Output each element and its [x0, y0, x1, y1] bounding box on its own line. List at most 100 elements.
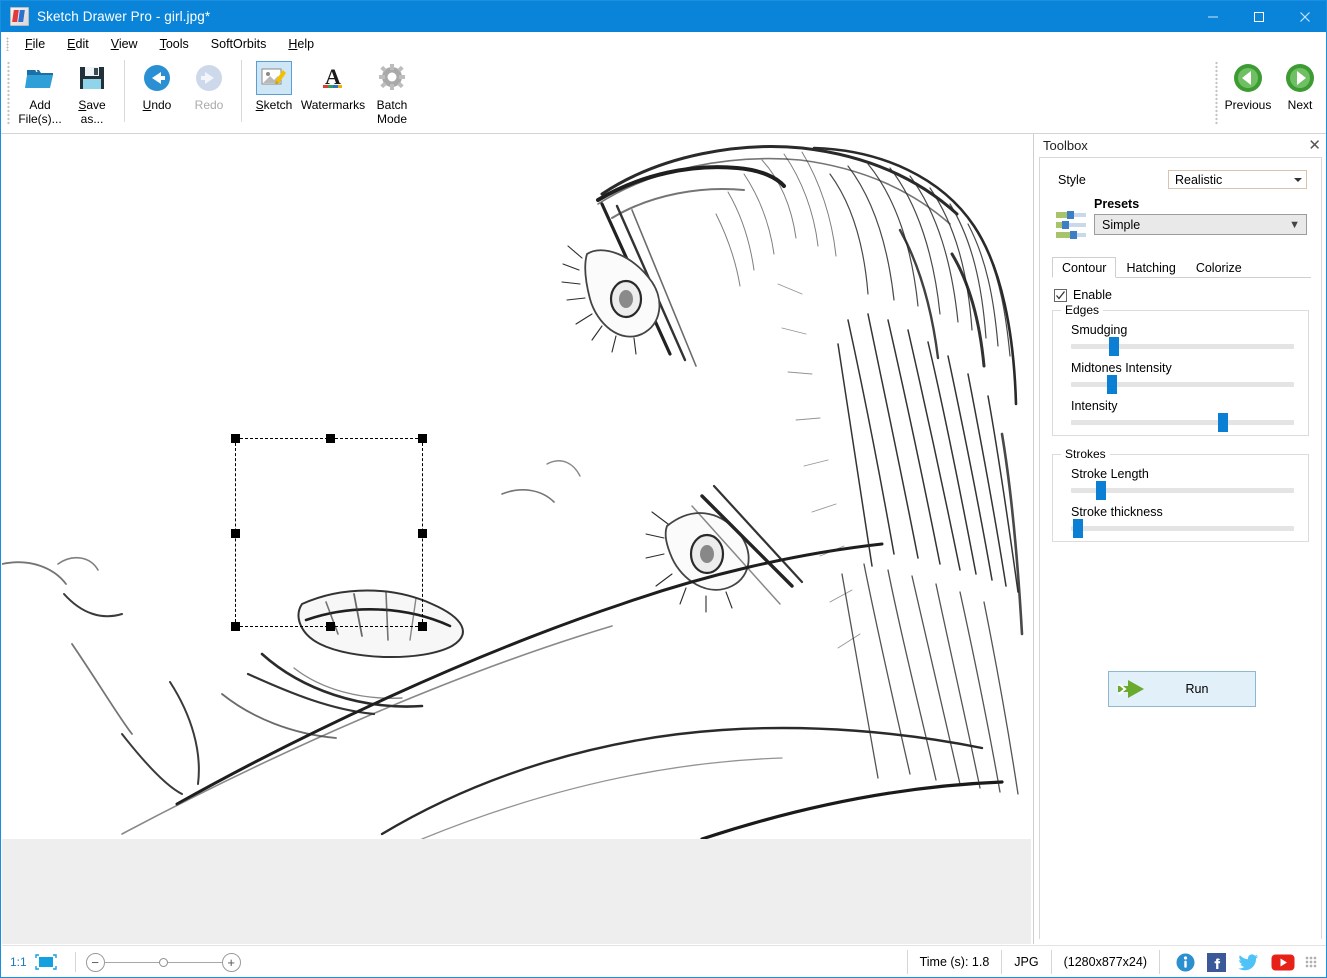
enable-label: Enable [1073, 288, 1112, 302]
style-dropdown[interactable]: Realistic [1168, 170, 1307, 189]
sketch-button[interactable]: Sketch [248, 56, 300, 128]
intensity-thumb[interactable] [1218, 413, 1228, 432]
smudging-thumb[interactable] [1109, 337, 1119, 356]
toolbox-header: Toolbox ✕ [1034, 134, 1327, 157]
toolbar-separator [124, 60, 125, 122]
selection-rectangle[interactable] [235, 438, 423, 627]
info-icon[interactable] [1176, 953, 1195, 972]
title-bar: Sketch Drawer Pro - girl.jpg* [1, 1, 1327, 32]
batch-mode-label: Batch Mode [377, 98, 408, 126]
run-label: Run [1153, 682, 1255, 696]
strokes-group-title: Strokes [1061, 447, 1110, 461]
toolbox-title: Toolbox [1043, 138, 1088, 153]
selection-handle-ne[interactable] [418, 434, 427, 443]
redo-icon [194, 61, 224, 95]
resize-grip[interactable] [1305, 956, 1317, 968]
next-button[interactable]: Next [1274, 56, 1326, 128]
batch-mode-icon [377, 61, 407, 95]
sketch-drawer-icon [10, 7, 29, 26]
menu-bar: File Edit View Tools SoftOrbits Help [1, 32, 1326, 56]
previous-button[interactable]: Previous [1222, 56, 1274, 128]
enable-checkbox[interactable] [1054, 289, 1067, 302]
chevron-down-icon-presets: ▼ [1289, 219, 1300, 231]
run-button[interactable]: Run [1108, 671, 1256, 707]
smudging-slider[interactable] [1071, 344, 1294, 349]
batch-mode-button[interactable]: Batch Mode [366, 56, 418, 128]
selection-handle-se[interactable] [418, 622, 427, 631]
maximize-button[interactable] [1236, 1, 1282, 32]
save-as-button[interactable]: Saveas... [66, 56, 118, 128]
toolbox-body: Style Realistic [1039, 157, 1322, 939]
midtones-thumb[interactable] [1107, 375, 1117, 394]
selection-handle-sw[interactable] [231, 622, 240, 631]
redo-label: Redo [195, 98, 224, 112]
stroke-length-slider-wrap: Stroke Length [1053, 467, 1308, 493]
nav-grip-handle[interactable] [1215, 61, 1218, 125]
style-row: Style Realistic [1040, 170, 1321, 189]
format-status: JPG [1001, 950, 1050, 974]
toolbar-nav-group: Previous Next [1209, 56, 1326, 128]
image-workspace[interactable] [2, 134, 1031, 944]
facebook-icon[interactable] [1207, 953, 1226, 972]
enable-row[interactable]: Enable [1054, 288, 1321, 302]
menu-tools[interactable]: Tools [149, 34, 200, 54]
intensity-slider-wrap: Intensity [1053, 399, 1308, 425]
zoom-out-button[interactable]: − [86, 953, 105, 972]
toolbar-grip-handle[interactable] [7, 61, 10, 125]
twitter-icon[interactable] [1238, 953, 1259, 972]
selection-handle-e[interactable] [418, 529, 427, 538]
smudging-label: Smudging [1071, 323, 1298, 337]
tab-contour[interactable]: Contour [1052, 257, 1116, 278]
zoom-slider-thumb[interactable] [159, 958, 168, 967]
presets-value: Simple [1102, 218, 1140, 232]
undo-button[interactable]: Undo [131, 56, 183, 128]
redo-button[interactable]: Redo [183, 56, 235, 128]
stroke-length-thumb[interactable] [1096, 481, 1106, 500]
presets-dropdown[interactable]: Simple ▼ [1094, 214, 1307, 235]
selection-handle-w[interactable] [231, 529, 240, 538]
stroke-length-slider[interactable] [1071, 488, 1294, 493]
previous-label: Previous [1225, 98, 1272, 112]
sketch-icon [256, 61, 292, 95]
midtones-slider[interactable] [1071, 382, 1294, 387]
fit-to-window-icon[interactable] [35, 954, 57, 970]
sketch-canvas[interactable] [2, 134, 1031, 839]
selection-handle-nw[interactable] [231, 434, 240, 443]
menu-softorbits[interactable]: SoftOrbits [200, 34, 278, 54]
stroke-thickness-slider[interactable] [1071, 526, 1294, 531]
status-right-group: Time (s): 1.8 JPG (1280x877x24) [907, 946, 1327, 978]
toolbox-panel: Toolbox ✕ Style Realistic [1033, 134, 1327, 944]
stroke-length-label: Stroke Length [1071, 467, 1298, 481]
youtube-icon[interactable] [1271, 954, 1295, 971]
stroke-thickness-slider-wrap: Stroke thickness [1053, 505, 1308, 531]
menu-edit[interactable]: Edit [56, 34, 100, 54]
menu-view[interactable]: View [100, 34, 149, 54]
zoom-controls: 1:1 − + [2, 952, 241, 972]
midtones-label: Midtones Intensity [1071, 361, 1298, 375]
selection-handle-n[interactable] [326, 434, 335, 443]
intensity-slider[interactable] [1071, 420, 1294, 425]
save-icon [78, 61, 106, 95]
menu-file[interactable]: File [14, 34, 56, 54]
stroke-thickness-thumb[interactable] [1073, 519, 1083, 538]
minimize-button[interactable] [1190, 1, 1236, 32]
watermarks-button[interactable]: A Watermarks [300, 56, 366, 128]
zoom-in-button[interactable]: + [222, 953, 241, 972]
main-toolbar: Add File(s)... Saveas... [1, 56, 1326, 134]
next-label: Next [1288, 98, 1313, 112]
menu-help[interactable]: Help [277, 34, 325, 54]
tab-hatching[interactable]: Hatching [1116, 257, 1185, 278]
toolbox-close-icon[interactable]: ✕ [1308, 138, 1321, 153]
close-button[interactable] [1282, 1, 1327, 32]
menu-grip-handle[interactable] [6, 37, 9, 51]
zoom-slider[interactable]: − + [86, 953, 241, 972]
chevron-down-icon [1294, 178, 1302, 182]
style-value: Realistic [1175, 173, 1222, 187]
tab-colorize[interactable]: Colorize [1186, 257, 1252, 278]
status-bar: 1:1 − + Time (s): 1.8 [2, 945, 1327, 978]
selection-handle-s[interactable] [326, 622, 335, 631]
presets-column: Presets Simple ▼ [1094, 197, 1307, 235]
midtones-slider-wrap: Midtones Intensity [1053, 361, 1308, 387]
add-files-button[interactable]: Add File(s)... [14, 56, 66, 128]
zoom-ratio-label[interactable]: 1:1 [10, 955, 27, 969]
